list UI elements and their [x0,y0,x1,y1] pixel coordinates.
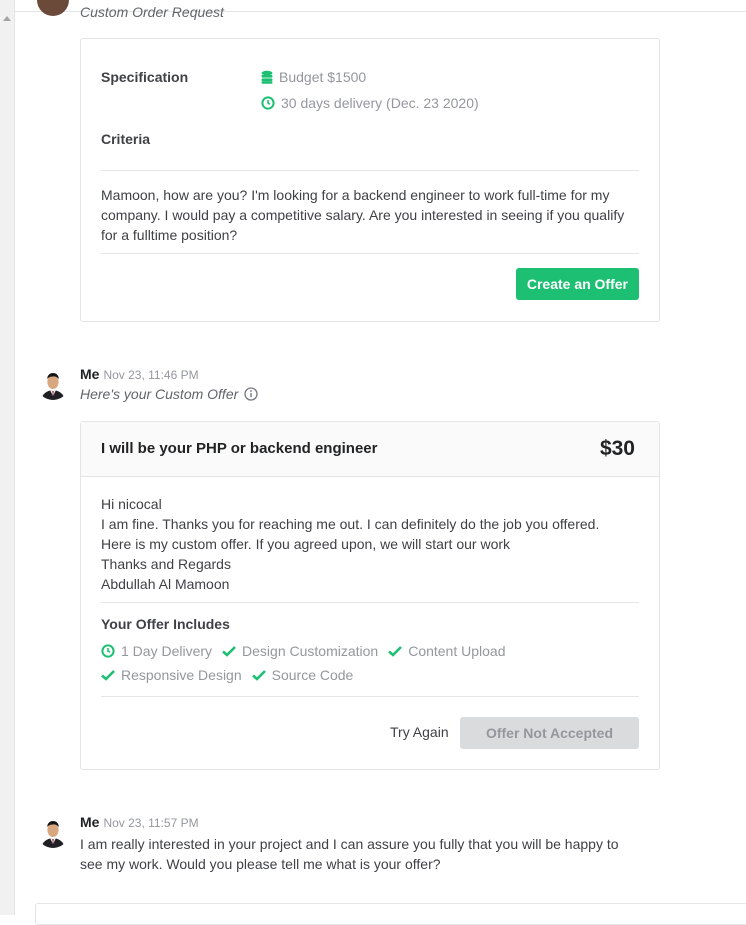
offer-header: I will be your PHP or backend engineer $… [81,422,659,477]
offer-subtitle: Here's your Custom Offer [80,386,239,402]
offer-subtitle-line: Here's your Custom Offer [80,386,258,402]
include-label: 1 Day Delivery [121,643,213,659]
budget-item: Budget $1500 [261,69,366,85]
include-item: 1 Day Delivery [101,642,212,660]
message-time: Nov 23, 11:57 PM [103,816,199,830]
sender-name: Me [80,366,100,382]
sender-line: Me Nov 23, 11:46 PM [80,366,199,382]
sender-name: Me [80,814,100,830]
offer-body: Hi nicocal I am fine. Thanks you for rea… [101,494,639,594]
offer-body-line: Hi nicocal [101,496,162,512]
delivery-item: 30 days delivery (Dec. 23 2020) [261,95,479,111]
include-item: Content Upload [388,642,506,660]
custom-offer-card: I will be your PHP or backend engineer $… [80,421,660,770]
user-avatar-icon [37,368,69,400]
avatar [37,0,69,16]
offer-status-button: Offer Not Accepted [460,717,639,749]
divider [101,170,639,171]
offer-body-line: Here is my custom offer. If you agreed u… [101,536,511,552]
custom-request-card: Specification Budget $1500 30 days deliv… [80,38,660,322]
offer-price: $30 [599,437,635,460]
includes-title: Your Offer Includes [101,616,230,632]
includes-list: 1 Day Delivery Design Customization Cont… [101,642,561,684]
message-subtitle: Custom Order Request [80,4,224,20]
check-icon [388,646,403,657]
offer-title: I will be your PHP or backend engineer [101,440,378,457]
clock-icon [101,644,115,658]
include-label: Responsive Design [121,667,242,683]
budget-text: Budget $1500 [279,69,367,85]
avatar [37,816,69,848]
info-icon[interactable] [244,387,258,401]
offer-body-line: Thanks and Regards [101,556,231,572]
user-avatar-icon [37,816,69,848]
check-icon [101,670,115,681]
money-stack-icon [261,70,273,84]
criteria-label: Criteria [101,131,151,147]
request-message: Mamoon, how are you? I'm looking for a b… [101,187,625,243]
offer-body-line: I am fine. Thanks you for reaching me ou… [101,516,600,532]
message-time: Nov 23, 11:46 PM [103,368,199,382]
delivery-text: 30 days delivery (Dec. 23 2020) [281,95,479,111]
divider [101,253,639,254]
message-text: I am really interested in your project a… [80,836,619,872]
include-item: Design Customization [222,642,378,660]
avatar [37,368,69,400]
spec-label: Specification [101,69,189,85]
scroll-up-arrow-icon[interactable] [3,16,11,21]
sender-line: Me Nov 23, 11:57 PM [80,814,199,830]
divider [101,602,639,603]
message-composer[interactable] [35,903,746,925]
check-icon [222,646,236,657]
divider [101,696,639,697]
include-label: Content Upload [408,643,506,659]
include-item: Source Code [251,666,354,684]
include-item: Responsive Design [101,666,242,684]
check-icon [251,670,266,681]
clock-icon [261,96,275,110]
include-label: Design Customization [242,643,379,659]
create-offer-button[interactable]: Create an Offer [515,268,639,300]
try-again-link[interactable]: Try Again [390,724,449,740]
scrollbar[interactable] [0,0,15,915]
include-label: Source Code [271,667,354,683]
offer-body-line: Abdullah Al Mamoon [101,576,230,592]
